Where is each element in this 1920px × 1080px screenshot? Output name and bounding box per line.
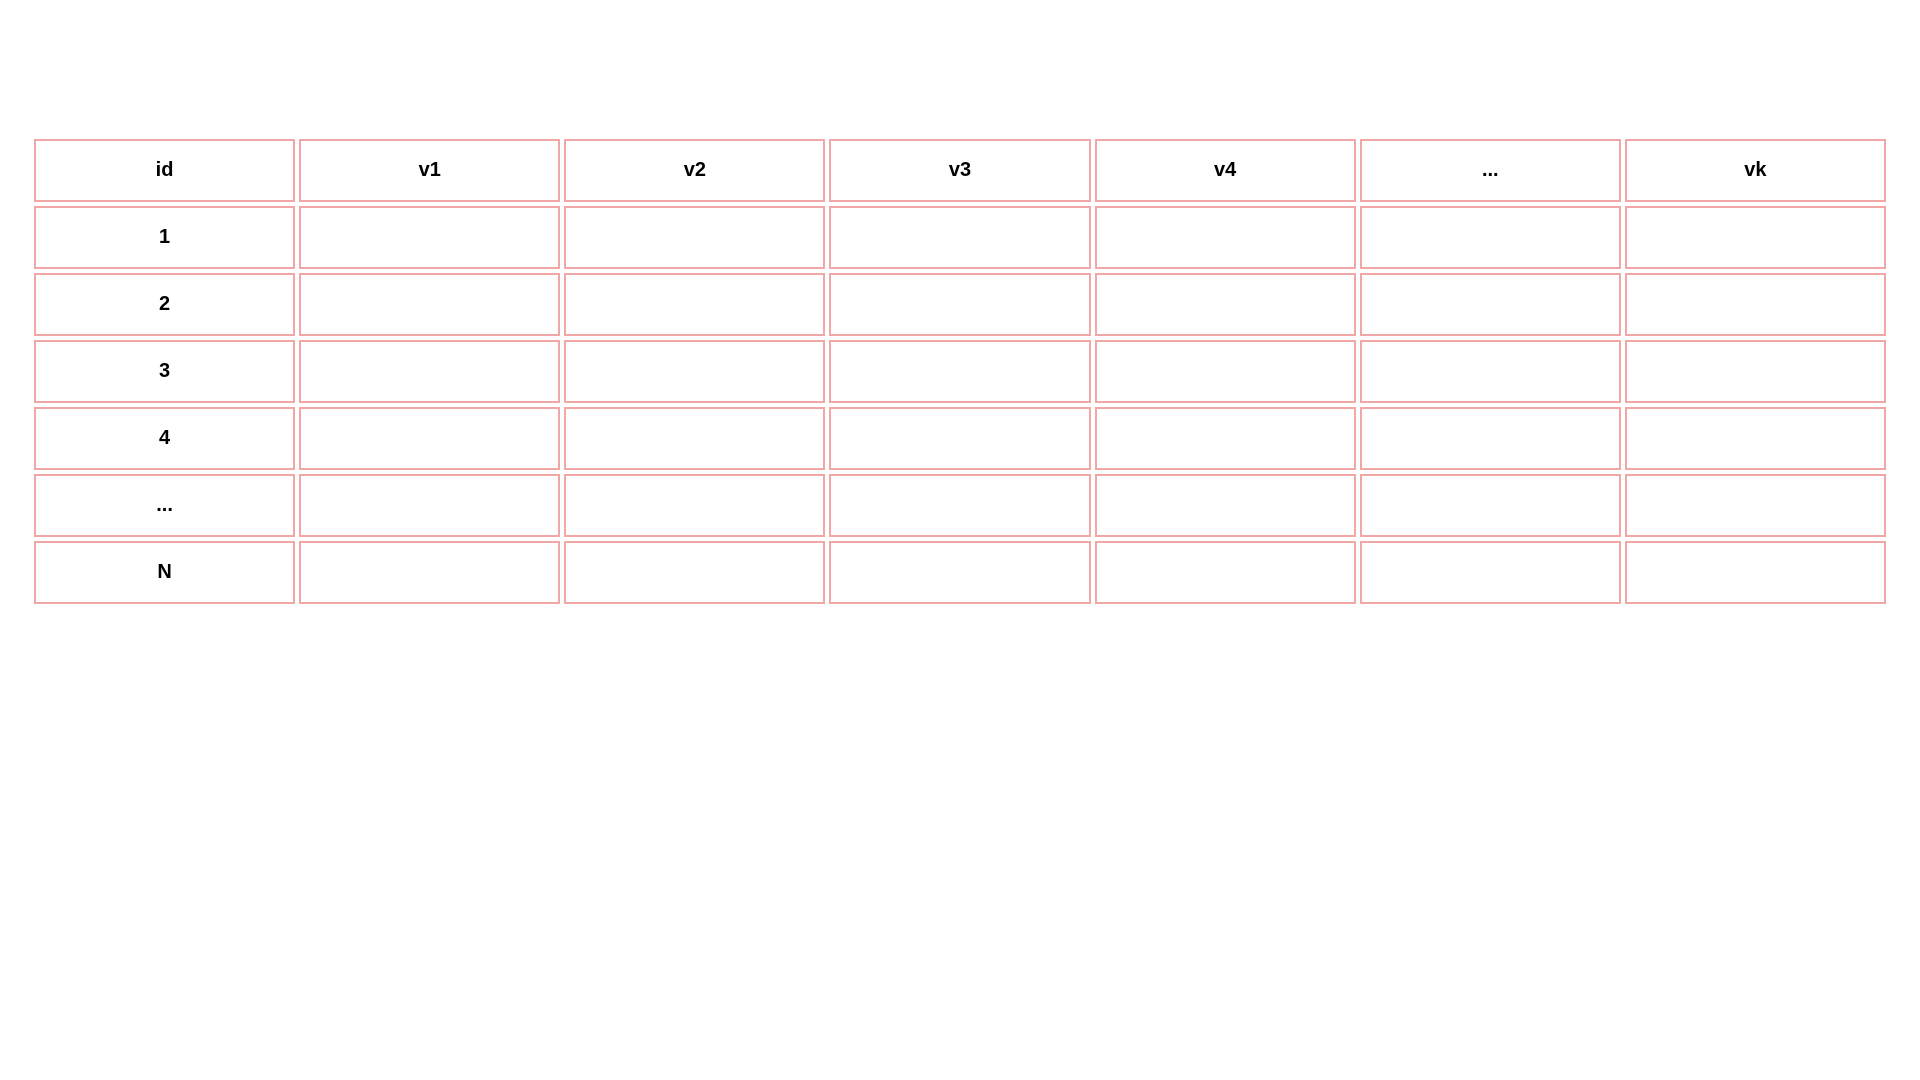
table-cell bbox=[1625, 206, 1886, 269]
row-label: 4 bbox=[34, 407, 295, 470]
table-row: 3 bbox=[34, 340, 1886, 403]
table-cell bbox=[829, 340, 1090, 403]
column-header-v4: v4 bbox=[1095, 139, 1356, 202]
column-header-v3: v3 bbox=[829, 139, 1090, 202]
table-cell bbox=[564, 273, 825, 336]
table-cell bbox=[299, 407, 560, 470]
column-header-vk: vk bbox=[1625, 139, 1886, 202]
table-cell bbox=[829, 206, 1090, 269]
table-cell bbox=[564, 541, 825, 604]
table-cell bbox=[829, 474, 1090, 537]
table-row: N bbox=[34, 541, 1886, 604]
table-cell bbox=[1095, 541, 1356, 604]
table-row: ... bbox=[34, 474, 1886, 537]
table-cell bbox=[1625, 273, 1886, 336]
table-cell bbox=[829, 541, 1090, 604]
table-cell bbox=[1095, 273, 1356, 336]
schema-table: id v1 v2 v3 v4 ... vk 1 2 bbox=[30, 135, 1890, 608]
table-cell bbox=[299, 340, 560, 403]
table-cell bbox=[1625, 407, 1886, 470]
table-cell bbox=[299, 541, 560, 604]
table-cell bbox=[564, 407, 825, 470]
table-cell bbox=[1360, 474, 1621, 537]
row-label: 2 bbox=[34, 273, 295, 336]
table-cell bbox=[1360, 541, 1621, 604]
table-row: 1 bbox=[34, 206, 1886, 269]
table-cell bbox=[564, 474, 825, 537]
table-cell bbox=[1095, 340, 1356, 403]
table-cell bbox=[829, 407, 1090, 470]
schema-table-container: id v1 v2 v3 v4 ... vk 1 2 bbox=[30, 135, 1890, 608]
table-cell bbox=[1095, 407, 1356, 470]
row-label: N bbox=[34, 541, 295, 604]
column-header-v1: v1 bbox=[299, 139, 560, 202]
table-cell bbox=[1095, 206, 1356, 269]
column-header-ellipsis: ... bbox=[1360, 139, 1621, 202]
table-cell bbox=[1625, 474, 1886, 537]
table-cell bbox=[1360, 340, 1621, 403]
table-cell bbox=[1625, 541, 1886, 604]
table-cell bbox=[564, 340, 825, 403]
table-cell bbox=[1095, 474, 1356, 537]
table-cell bbox=[564, 206, 825, 269]
column-header-id: id bbox=[34, 139, 295, 202]
table-cell bbox=[299, 273, 560, 336]
table-cell bbox=[1625, 340, 1886, 403]
column-header-v2: v2 bbox=[564, 139, 825, 202]
table-cell bbox=[829, 273, 1090, 336]
row-label: 1 bbox=[34, 206, 295, 269]
table-cell bbox=[1360, 206, 1621, 269]
table-cell bbox=[299, 474, 560, 537]
row-label: 3 bbox=[34, 340, 295, 403]
table-cell bbox=[1360, 273, 1621, 336]
table-cell bbox=[1360, 407, 1621, 470]
table-cell bbox=[299, 206, 560, 269]
table-row: 4 bbox=[34, 407, 1886, 470]
table-header-row: id v1 v2 v3 v4 ... vk bbox=[34, 139, 1886, 202]
row-label: ... bbox=[34, 474, 295, 537]
table-row: 2 bbox=[34, 273, 1886, 336]
